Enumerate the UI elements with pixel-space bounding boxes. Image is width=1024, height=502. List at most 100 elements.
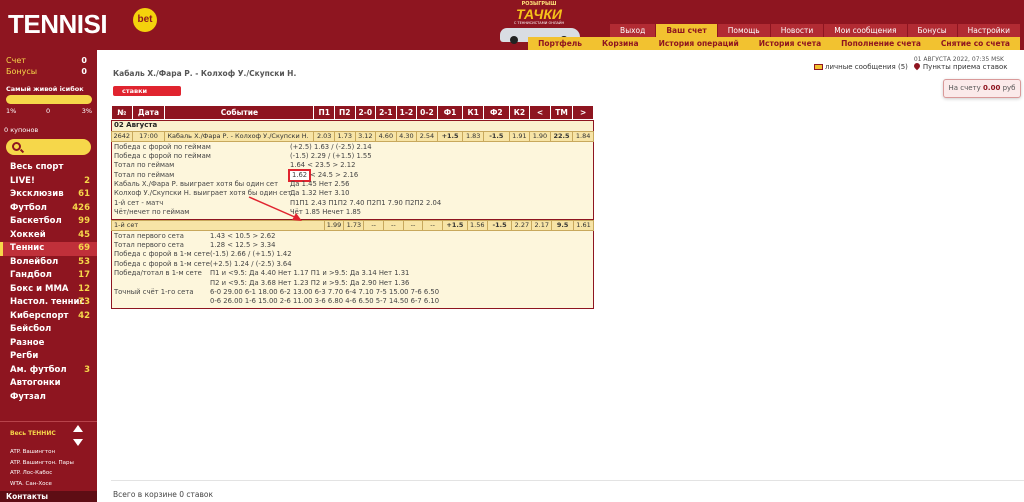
subnav-withdraw[interactable]: Снятие со счета [931, 37, 1020, 50]
market-odds[interactable]: Да 1.45 Нет 2.56 [290, 180, 349, 189]
market-odds[interactable]: П1П1 2.43 П1П2 7.40 П2П1 7.90 П2П2 2.04 [290, 199, 441, 208]
contacts-link[interactable]: Контакты [0, 491, 97, 502]
odds-cell[interactable]: 4.30 [395, 130, 418, 142]
market-odds[interactable]: (+2.5) 1.63 / (-2.5) 2.14 [290, 143, 372, 152]
sport-name: Автогонки [10, 378, 61, 388]
sidebar-sport-item[interactable]: Весь спорт [0, 161, 97, 175]
odds-cell[interactable]: -1.5 [482, 130, 510, 142]
odds-cell[interactable]: -- [402, 219, 424, 231]
odds-cell[interactable]: 2.17 [531, 219, 553, 231]
sidebar-sport-item[interactable]: LIVE! 2 [0, 175, 97, 189]
sidebar-sport-item[interactable]: Бокс и ММА 12 [0, 283, 97, 297]
odds-cell[interactable]: 3.12 [354, 130, 377, 142]
arrow-up-icon[interactable] [73, 425, 83, 432]
odds-cell[interactable]: 1.73 [343, 219, 365, 231]
odds-cell[interactable]: 1.61 [573, 219, 594, 231]
market-odds[interactable]: < 24.5 > 2.16 [310, 171, 358, 180]
search-input[interactable] [26, 141, 86, 153]
messages-link[interactable]: личные сообщения (5) [825, 63, 908, 71]
nav-bonuses[interactable]: Бонусы [907, 24, 957, 37]
odds-cell[interactable]: 1.73 [333, 130, 356, 142]
bets-tab[interactable]: ставки [113, 86, 181, 96]
sidebar-sport-item[interactable]: Волейбол 53 [0, 256, 97, 270]
odds-cell[interactable]: +1.5 [436, 130, 464, 142]
sidebar-sport-item[interactable]: Баскетбол 99 [0, 215, 97, 229]
odds-cell[interactable]: 1.83 [462, 130, 484, 142]
odds-cell[interactable]: 4.60 [375, 130, 397, 142]
sidebar-sport-item[interactable]: Бейсбол [0, 323, 97, 337]
market-odds[interactable]: (-1.5) 2.66 / (+1.5) 1.42 [210, 250, 292, 259]
col-1-2: 1-2 [395, 105, 418, 120]
logo[interactable]: TENNISI [8, 10, 108, 38]
odds-cell[interactable]: 1.56 [466, 219, 488, 231]
market-odds[interactable]: 1.43 < 10.5 > 2.62 [210, 232, 275, 241]
market-label: Победа/тотал в 1-м сете [114, 269, 202, 278]
subnav-cart[interactable]: Корзина [592, 37, 649, 50]
sidebar-sport-item[interactable]: Разное [0, 337, 97, 351]
market-odds[interactable]: 1.64 < 23.5 > 2.12 [290, 161, 355, 170]
sidebar-sport-item[interactable]: Эксклюзив 61 [0, 188, 97, 202]
market-odds[interactable]: П1 и <9.5: Да 4.40 Нет 1.17 П1 и >9.5: Д… [210, 269, 409, 278]
subnav-account-history[interactable]: История счета [749, 37, 831, 50]
odds-cell[interactable]: -1.5 [486, 219, 513, 231]
sport-count: 45 [78, 229, 90, 240]
sidebar-sport-item[interactable]: Настол. теннис 73 [0, 296, 97, 310]
balance-currency: руб [1002, 84, 1016, 92]
odds-cell[interactable]: +1.5 [441, 219, 468, 231]
col-p2: П2 [333, 105, 356, 120]
coupons-count[interactable]: 0 купонов [4, 126, 38, 134]
tournament-link[interactable]: WTA. Сан-Хосе [10, 479, 74, 490]
sidebar-sport-item[interactable]: Ам. футбол 3 [0, 364, 97, 378]
sidebar-sport-item[interactable]: Хоккей 45 [0, 229, 97, 243]
market-odds[interactable]: (+2.5) 1.24 / (-2.5) 3.64 [210, 260, 292, 269]
subnav-deposit[interactable]: Пополнение счета [831, 37, 931, 50]
odds-cell[interactable]: -- [422, 219, 443, 231]
sidebar-sport-item[interactable]: Киберспорт 42 [0, 310, 97, 324]
highlighted-odd[interactable]: 1.62 [287, 168, 312, 183]
sidebar-sport-item[interactable]: Гандбол 17 [0, 269, 97, 283]
subnav-operations-history[interactable]: История операций [649, 37, 749, 50]
sports-list: Весь спорт LIVE! 2 Эксклюзив 61 Футбол 426 Баск… [0, 161, 97, 404]
tournament-link[interactable]: ATP. Лос-Кабос [10, 468, 74, 479]
balance-widget[interactable]: На счету 0.00 руб [943, 79, 1021, 98]
nav-settings[interactable]: Настройки [957, 24, 1020, 37]
points-link[interactable]: Пункты приема ставок [923, 63, 1008, 71]
sidebar-sport-item[interactable]: Теннис 69 [0, 242, 97, 256]
datetime: 01 АВГУСТА 2022, 07:35 MSK [913, 56, 1004, 63]
account-subnav: Портфель Корзина История операций Истори… [528, 37, 1020, 50]
odds-cell[interactable]: 1.99 [323, 219, 345, 231]
col-more: > [572, 105, 594, 120]
odds-cell[interactable]: 1.84 [572, 130, 594, 142]
nav-help[interactable]: Помощь [717, 24, 770, 37]
odds-cell[interactable]: -- [363, 219, 384, 231]
arrow-down-icon[interactable] [73, 439, 83, 446]
odds-cell[interactable]: 2.03 [313, 130, 335, 142]
bonus-row[interactable]: Бонусы 0 [0, 66, 97, 78]
odds-cell[interactable]: 2.54 [416, 130, 438, 142]
market-odds[interactable]: 0-6 26.00 1-6 15.00 2-6 11.00 3-6 6.80 4… [210, 297, 439, 306]
odds-cell[interactable]: 1.91 [508, 130, 531, 142]
sport-search[interactable] [6, 139, 91, 155]
sidebar-sport-item[interactable]: Автогонки [0, 377, 97, 391]
market-odds[interactable]: 1.28 < 12.5 > 3.34 [210, 241, 275, 250]
market-odds[interactable]: 6-0 29.00 6-1 18.00 6-2 13.00 6-3 7.70 6… [210, 288, 439, 297]
odds-cell[interactable]: 22.5 [549, 130, 574, 142]
tournament-link[interactable]: ATP. Вашингтон. Пары [10, 458, 74, 469]
all-tennis-link[interactable]: Весь ТЕННИС [10, 430, 56, 437]
odds-cell[interactable]: -- [383, 219, 404, 231]
nav-messages[interactable]: Мои сообщения [824, 24, 907, 37]
sidebar-sport-item[interactable]: Регби [0, 350, 97, 364]
sport-name: Регби [10, 351, 39, 361]
market-odds[interactable]: (-1.5) 2.29 / (+1.5) 1.55 [290, 152, 372, 161]
subnav-portfolio[interactable]: Портфель [528, 37, 592, 50]
tournament-link[interactable]: ATP. Вашингтон [10, 447, 74, 458]
odds-cell[interactable]: 2.27 [511, 219, 533, 231]
sidebar-sport-item[interactable]: Футбол 426 [0, 202, 97, 216]
nav-logout[interactable]: Выход [610, 24, 656, 37]
sidebar-sport-item[interactable]: Футзал [0, 391, 97, 405]
nav-account[interactable]: Ваш счет [656, 24, 717, 37]
odds-cell[interactable]: 1.90 [529, 130, 551, 142]
market-odds[interactable]: П2 и <9.5: Да 3.68 Нет 1.23 П2 и >9.5: Д… [210, 279, 409, 288]
nav-news[interactable]: Новости [770, 24, 824, 37]
odds-cell[interactable]: 9.5 [551, 219, 574, 231]
